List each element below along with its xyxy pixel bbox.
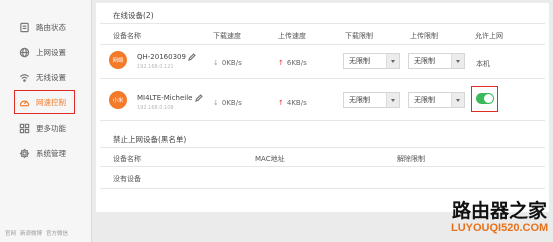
device-name-group: QH-20160309 [137,53,196,61]
header-download-limit: 下载限制 [345,32,373,40]
blacklist-header-unblock: 解除限制 [397,155,425,163]
download-speed: 0KB/s [213,99,242,107]
upload-speed: 6KB/s [278,59,307,67]
upload-arrow-icon [278,59,284,67]
sidebar-item-router-status[interactable]: 路由状态 [15,16,74,38]
allow-internet-toggle[interactable] [476,93,494,104]
divider [100,166,545,167]
sidebar-item-speed-control[interactable]: 网速控制 [14,90,75,114]
wechat-link[interactable]: 官方微信 [46,229,68,237]
sidebar-item-label: 更多功能 [36,123,66,133]
sidebar-item-label: 路由状态 [36,22,66,32]
download-limit-value: 无限制 [349,96,370,104]
device-ip: 192.168.0.108 [137,105,174,111]
sidebar-item-label: 上网设置 [36,47,66,57]
upload-speed-value: 4KB/s [286,99,307,107]
download-speed: 0KB/s [213,59,242,67]
divider [100,147,545,148]
device-avatar: 网络 [109,51,127,69]
download-limit-value: 无限制 [349,57,370,65]
header-allow-internet: 允许上网 [475,32,503,40]
weibo-link[interactable]: 新浪微博 [20,229,42,237]
watermark-logo-url: LUYOUQI520.COM [451,222,549,234]
chevron-down-icon [386,54,399,68]
chevron-down-icon [451,93,464,107]
wifi-icon [19,72,30,83]
blacklist-header-device-name: 设备名称 [113,155,141,163]
grid-icon [19,123,30,134]
device-name: MI4LTE-Micheile [137,94,193,102]
chevron-down-icon [451,54,464,68]
main-panel: 在线设备(2) 设备名称 下载速度 上传速度 下载限制 上传限制 允许上网 网络… [96,3,549,212]
sidebar-item-label: 网速控制 [36,97,66,107]
blacklist-header-mac: MAC地址 [255,155,285,163]
device-ip: 192.168.0.121 [137,64,174,70]
upload-arrow-icon [278,99,284,107]
device-row: 小米 MI4LTE-Micheile 192.168.0.108 0KB/s 4… [96,78,549,120]
download-speed-value: 0KB/s [221,99,242,107]
upload-limit-value: 无限制 [414,57,435,65]
upload-limit-select[interactable]: 无限制 [408,53,465,69]
download-limit-select[interactable]: 无限制 [343,92,400,108]
header-upload-speed: 上传速度 [278,32,306,40]
download-arrow-icon [213,59,219,67]
sidebar-item-wireless-settings[interactable]: 无线设置 [15,66,74,88]
upload-speed: 4KB/s [278,99,307,107]
device-name: QH-20160309 [137,53,186,61]
divider [100,23,545,24]
toggle-knob [484,94,493,103]
router-status-icon [19,22,30,33]
upload-limit-value: 无限制 [414,96,435,104]
divider [100,120,545,121]
sidebar-item-system-management[interactable]: 系统管理 [15,142,74,164]
speedometer-icon [19,97,30,108]
blacklist-title: 禁止上网设备(黑名单) [113,135,187,144]
device-avatar: 小米 [109,91,127,109]
sidebar-item-label: 无线设置 [36,72,66,82]
chevron-down-icon [386,93,399,107]
watermark-logo-title: 路由器之家 [452,200,548,222]
edit-pencil-icon[interactable] [194,94,203,102]
official-site-link[interactable]: 官网 [5,229,16,237]
sidebar-item-label: 系统管理 [36,148,66,158]
upload-speed-value: 6KB/s [286,59,307,67]
sidebar: 路由状态 上网设置 无线设置 网速控制 更多功能 系统管理 官网 新浪微博 官方… [0,0,92,242]
globe-icon [19,47,30,58]
device-row: 网络 QH-20160309 192.168.0.121 0KB/s 6KB/s… [96,44,549,78]
edit-pencil-icon[interactable] [188,53,196,61]
sidebar-item-more-functions[interactable]: 更多功能 [15,117,74,139]
allow-internet-label: 本机 [476,60,490,68]
download-arrow-icon [213,99,219,107]
header-download-speed: 下载速度 [213,32,241,40]
download-speed-value: 0KB/s [221,59,242,67]
sidebar-footer-links: 官网 新浪微博 官方微信 [5,229,68,237]
device-name-group: MI4LTE-Micheile [137,94,203,102]
header-upload-limit: 上传限制 [410,32,438,40]
download-limit-select[interactable]: 无限制 [343,53,400,69]
sidebar-item-internet-settings[interactable]: 上网设置 [15,41,74,63]
header-device-name: 设备名称 [113,32,141,40]
upload-limit-select[interactable]: 无限制 [408,92,465,108]
divider [100,188,545,189]
gear-icon [19,148,30,159]
online-devices-title: 在线设备(2) [113,11,154,20]
blacklist-empty-text: 没有设备 [113,175,141,183]
